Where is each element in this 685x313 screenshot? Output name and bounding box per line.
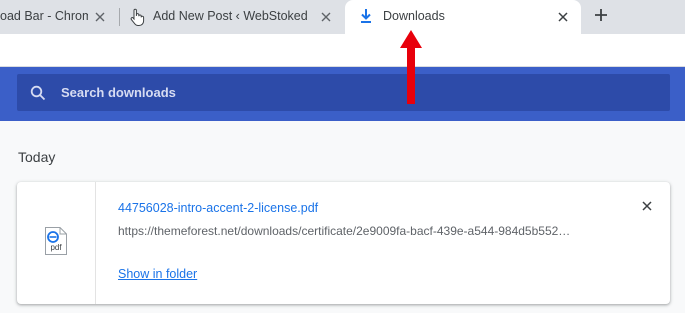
search-input[interactable] xyxy=(61,74,641,111)
close-icon xyxy=(642,201,652,211)
tab-load-bar-chrome[interactable]: oad Bar - Chrome xyxy=(0,0,119,34)
close-icon[interactable] xyxy=(92,9,108,25)
search-box[interactable] xyxy=(17,74,670,111)
tab-title: oad Bar - Chrome xyxy=(0,9,88,23)
date-heading: Today xyxy=(18,149,56,165)
pdf-label: pdf xyxy=(50,243,62,252)
hand-pointer-icon xyxy=(129,8,145,31)
pdf-file-icon[interactable]: pdf xyxy=(44,226,68,261)
tab-strip: oad Bar - Chrome Add New Post ‹ WebStoke… xyxy=(0,0,685,34)
browser-toolbar xyxy=(0,34,685,67)
tab-title: Downloads xyxy=(383,9,445,23)
new-tab-button[interactable] xyxy=(590,6,612,28)
search-icon[interactable] xyxy=(30,85,46,106)
file-name-link[interactable]: 44756028-intro-accent-2-license.pdf xyxy=(118,201,318,215)
file-icon-column: pdf xyxy=(17,182,96,304)
tab-add-new-post[interactable]: Add New Post ‹ WebStoked — W xyxy=(120,0,344,34)
show-in-folder-link[interactable]: Show in folder xyxy=(118,267,197,281)
download-icon xyxy=(359,8,373,29)
close-icon[interactable] xyxy=(555,9,571,25)
remove-download-button[interactable] xyxy=(638,197,656,215)
download-item-card: pdf 44756028-intro-accent-2-license.pdf … xyxy=(17,182,670,304)
tab-downloads[interactable]: Downloads xyxy=(345,0,581,34)
file-source-url[interactable]: https://themeforest.net/downloads/certif… xyxy=(118,224,618,238)
red-arrow-annotation xyxy=(400,30,422,104)
plus-icon xyxy=(594,8,608,27)
close-icon[interactable] xyxy=(318,9,334,25)
downloads-header xyxy=(0,67,685,121)
tab-title: Add New Post ‹ WebStoked — W xyxy=(153,9,307,23)
